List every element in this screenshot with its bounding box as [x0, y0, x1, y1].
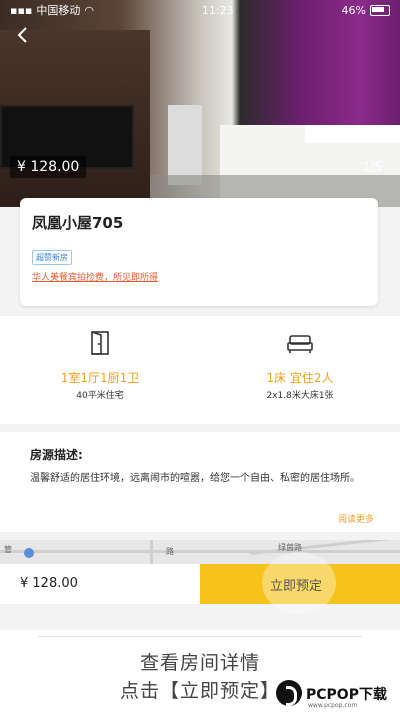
back-arrow-icon[interactable] [14, 26, 32, 44]
app-screen: ¥ 128.00 1/5 ▪▪▪ 中国移动 ◠ 11:23 46% 凤凰小屋70… [0, 0, 400, 630]
carrier-label: 中国移动 [36, 4, 81, 17]
status-bar: ▪▪▪ 中国移动 ◠ 11:23 46% [0, 0, 400, 20]
watermark-brand: PCPOP下载 [306, 687, 387, 703]
photo-counter-top [305, 125, 400, 143]
room-specs: 1室1厅1厨1卫 40平米住宅 1床 宜住2人 2x1.8米大床1张 [0, 316, 400, 424]
listing-title: 凤凰小屋705 [32, 214, 124, 232]
photo-page-indicator: 1/5 [362, 160, 382, 174]
bed-capacity-value: 1床 宜住2人 [266, 371, 334, 385]
bed-size-value: 2x1.8米大床1张 [266, 391, 334, 401]
room-layout-value: 1室1厅1厨1卫 [60, 371, 140, 385]
listing-description: 房源描述: 温馨舒适的居住环境，远离闹市的喧嚣，给您一个自由、私密的居住场所。 … [0, 432, 400, 532]
door-icon [87, 330, 113, 356]
description-title: 房源描述: [30, 448, 83, 462]
watermark-url: www.pcpop.com [308, 702, 358, 709]
status-time: 11:23 [201, 3, 234, 17]
battery-percent: 46% [341, 3, 366, 17]
pcpop-logo-icon [276, 680, 302, 706]
bed-spec: 1床 宜住2人 2x1.8米大床1张 [200, 316, 400, 424]
wifi-icon: ◠ [84, 3, 94, 17]
caption-divider [38, 636, 362, 637]
map-label-b: 路 [166, 547, 174, 556]
room-layout-spec: 1室1厅1厨1卫 40平米住宅 [0, 316, 200, 424]
caption-line-1: 查看房间详情 [139, 652, 260, 674]
signal-icon: ▪▪▪ [10, 3, 33, 17]
read-more-link[interactable]: 阅读更多 [338, 512, 374, 525]
listing-info-card: 凤凰小屋705 超赞新房 华人美餐宾拍捡费，所见即所得 [20, 198, 378, 306]
listing-notice-link[interactable]: 华人美餐宾拍捡费，所见即所得 [32, 270, 158, 283]
book-now-label: 立即预定 [270, 579, 323, 594]
room-area-value: 40平米住宅 [76, 391, 124, 401]
book-now-button[interactable]: 立即预定 [200, 552, 400, 614]
booking-price: ¥ 128.00 [20, 576, 78, 591]
room-photo-carousel[interactable]: ¥ 128.00 1/5 [0, 0, 400, 207]
listing-badge: 超赞新房 [32, 250, 72, 265]
map-label-a: 管 [4, 545, 12, 554]
description-text: 温馨舒适的居住环境，远离闹市的喧嚣，给您一个自由、私密的居住场所。 [30, 473, 360, 484]
photo-fridge [168, 105, 202, 185]
pcpop-watermark: PCPOP下载 www.pcpop.com [270, 676, 400, 716]
bed-icon [287, 330, 313, 356]
map-pin-icon [24, 548, 34, 558]
battery-icon [369, 4, 390, 16]
booking-bar: ¥ 128.00 立即预定 [0, 552, 400, 614]
photo-price-tag: ¥ 128.00 [10, 156, 87, 178]
location-map-preview[interactable]: 管 路 绿茵路 [0, 540, 400, 564]
